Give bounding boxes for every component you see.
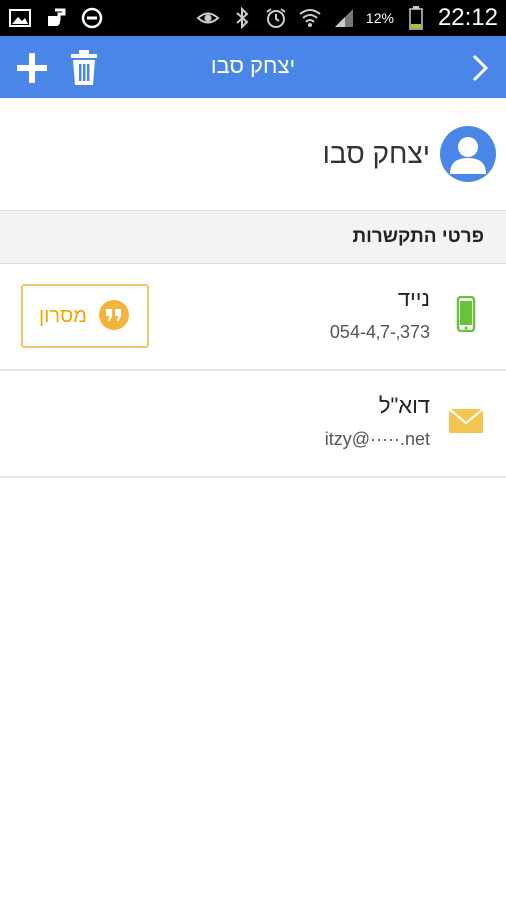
phone-row[interactable]: נייד 054-4‚7-‚373 מסרון [0,264,506,371]
status-right-icons: 12% 22:12 [196,4,498,32]
back-button[interactable] [462,48,498,88]
section-title: פרטי התקשרות [352,226,484,247]
mobile-phone-icon [448,296,484,332]
battery-icon [404,6,428,30]
eye-icon [196,6,220,30]
status-bar: 12% 22:12 [0,0,506,36]
contact-header: יצחק סבו [0,98,506,210]
envelope-icon [448,403,484,439]
gallery-icon [8,6,32,30]
chat-quote-icon [98,300,129,330]
status-left-icons [8,6,104,30]
battery-percent: 12% [365,10,394,26]
alarm-icon [264,6,288,30]
music-icon [44,6,68,30]
bluetooth-icon [230,6,254,30]
app-bar: יצחק סבו [0,36,506,98]
email-address[interactable]: itzy@·····.net [325,429,430,450]
contact-details-section: פרטי התקשרות [0,210,506,264]
app-bar-title: יצחק סבו [210,53,296,78]
email-row[interactable]: דוא"ל itzy@·····.net [0,371,506,478]
avatar[interactable] [440,126,496,182]
chevron-right-icon [472,54,489,82]
phone-number[interactable]: 054-4‚7-‚373 [330,322,430,343]
sms-button-label: מסרון [39,304,87,327]
phone-label: נייד [397,286,430,311]
send-sms-button[interactable]: מסרון [21,284,149,348]
email-label: דוא"ל [378,393,430,418]
signal-icon [332,6,356,30]
person-icon [450,137,486,174]
contact-name: יצחק סבו [322,138,430,169]
wifi-icon [298,6,322,30]
clock: 22:12 [437,4,498,31]
do-not-disturb-icon [80,6,104,30]
